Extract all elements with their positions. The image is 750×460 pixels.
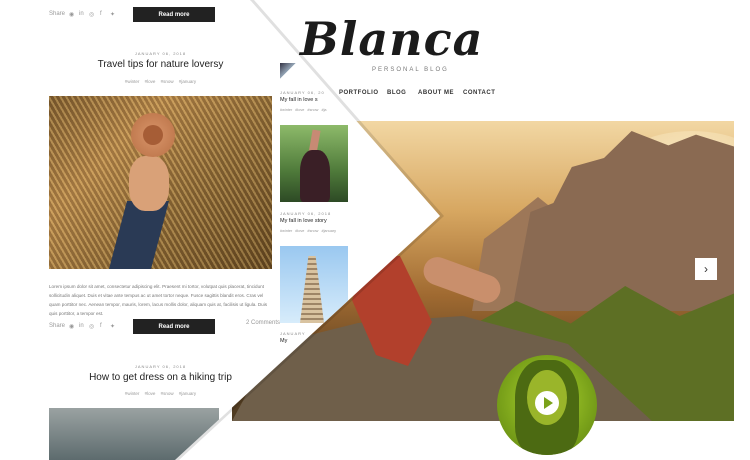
sidebar-post-title[interactable]: My fall in love s <box>280 97 318 103</box>
play-button[interactable] <box>535 391 559 415</box>
woman-back <box>300 150 330 202</box>
post-title[interactable]: Travel tips for nature loversy <box>49 59 272 70</box>
twitter-icon[interactable]: ✦ <box>110 11 115 18</box>
share-label: Share <box>49 323 66 329</box>
read-more-button[interactable]: Read more <box>133 7 215 22</box>
pinterest-icon[interactable]: ◉ <box>69 323 74 330</box>
nav-blog[interactable]: BLOG <box>387 90 406 96</box>
twitter-icon[interactable]: ✦ <box>110 323 115 330</box>
pinterest-icon[interactable]: ◉ <box>69 11 74 18</box>
sidebar-post-date: JANUARY 06, 2018 <box>280 211 332 216</box>
chevron-right-icon: › <box>704 262 708 276</box>
sidebar-post-tags[interactable]: #winter #love #snow #january <box>280 229 336 233</box>
post-date: JANUARY 06, 2018 <box>134 364 187 369</box>
rock-formation <box>512 131 734 311</box>
post-title[interactable]: How to get dress on a hiking trip <box>49 372 272 383</box>
sidebar-post-date: JANUARY 06, 20 <box>280 90 325 95</box>
instagram-icon[interactable]: ◎ <box>89 11 94 18</box>
comments-count[interactable]: 2 Comments <box>246 320 280 326</box>
sidebar-post-date: JANUARY <box>280 331 306 336</box>
read-more-button[interactable]: Read more <box>133 319 215 334</box>
nav-contact[interactable]: CONTACT <box>463 90 495 96</box>
linkedin-icon[interactable]: in <box>79 323 84 329</box>
woman-lying <box>129 156 169 211</box>
nav-portfolio[interactable]: PORTFOLIO <box>339 90 379 96</box>
hat-crown <box>143 125 163 145</box>
sidebar-thumbnail[interactable] <box>280 125 348 202</box>
nav-about-me[interactable]: ABOUT ME <box>418 90 454 96</box>
sidebar-post-title[interactable]: My <box>280 338 287 344</box>
instagram-icon[interactable]: ◎ <box>89 323 94 330</box>
flatiron-building <box>300 256 324 323</box>
post-date: JANUARY 06, 2018 <box>134 51 187 56</box>
sidebar-thumbnail[interactable] <box>280 63 296 79</box>
slider-next-button[interactable]: › <box>695 258 717 280</box>
share-label: Share <box>49 11 66 17</box>
facebook-icon[interactable]: f <box>100 323 102 329</box>
post-tags[interactable]: #winter #love #snow #january <box>49 391 272 396</box>
post-tags[interactable]: #winter #love #snow #january <box>49 79 272 84</box>
video-thumbnail[interactable] <box>497 355 597 455</box>
post-excerpt: Lorem ipsum dolor sit amet, consectetur … <box>49 284 268 316</box>
facebook-icon[interactable]: f <box>100 11 102 17</box>
sidebar-post-tags[interactable]: #winter #love #snow #ja <box>280 108 327 112</box>
linkedin-icon[interactable]: in <box>79 11 84 17</box>
sidebar-post-title[interactable]: My fall in love story <box>280 218 327 224</box>
play-icon <box>544 397 553 409</box>
post-image[interactable] <box>49 96 272 269</box>
site-logo[interactable]: Blanca <box>300 14 482 64</box>
site-tagline: PERSONAL BLOG <box>372 67 449 73</box>
